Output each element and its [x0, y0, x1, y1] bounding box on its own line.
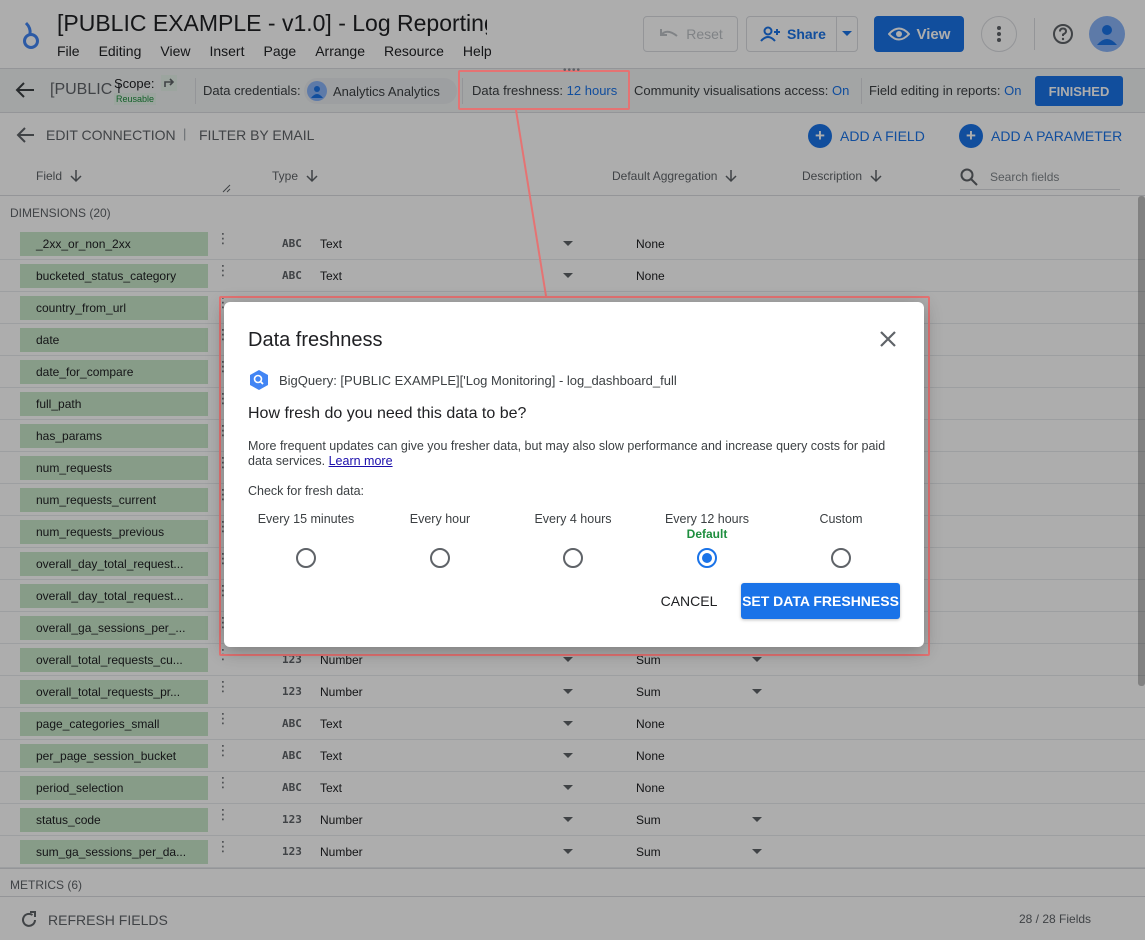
option-label: Every 12 hours [664, 512, 750, 526]
radio-button[interactable] [563, 548, 583, 568]
option-sublabel [239, 527, 373, 542]
dialog-description: More frequent updates can give you fresh… [248, 439, 898, 469]
radio-button[interactable] [296, 548, 316, 568]
freshness-option[interactable]: Every hour [373, 512, 507, 568]
option-label: Every hour [409, 512, 471, 526]
drag-handle-icon: •••• [563, 65, 582, 76]
set-data-freshness-button[interactable]: SET DATA FRESHNESS [741, 583, 900, 619]
option-sublabel: Default [686, 527, 728, 541]
option-sublabel [373, 527, 507, 542]
bigquery-icon [250, 370, 268, 390]
radio-button[interactable] [697, 548, 717, 568]
cancel-button[interactable]: CANCEL [652, 583, 726, 619]
freshness-highlight-box [458, 70, 630, 110]
dialog-question: How fresh do you need this data to be? [248, 405, 527, 422]
close-icon[interactable] [877, 328, 899, 350]
option-label: Every 15 minutes [257, 512, 355, 526]
freshness-option[interactable]: Every 12 hours Default [640, 512, 774, 568]
option-sublabel [774, 527, 908, 542]
freshness-option[interactable]: Every 15 minutes [239, 512, 373, 568]
data-freshness-dialog: Data freshness BigQuery: [PUBLIC EXAMPLE… [224, 302, 924, 647]
dialog-source-text: BigQuery: [PUBLIC EXAMPLE]['Log Monitori… [279, 372, 677, 388]
option-label: Every 4 hours [534, 512, 612, 526]
dialog-source: BigQuery: [PUBLIC EXAMPLE]['Log Monitori… [248, 369, 677, 391]
freshness-option[interactable]: Custom [774, 512, 908, 568]
radio-button[interactable] [430, 548, 450, 568]
option-label: Custom [819, 512, 863, 526]
check-fresh-data-label: Check for fresh data: [248, 484, 365, 498]
radio-button[interactable] [831, 548, 851, 568]
scrollbar-thumb[interactable] [1138, 196, 1145, 686]
freshness-option[interactable]: Every 4 hours [506, 512, 640, 568]
dialog-title: Data freshness [248, 329, 383, 351]
option-sublabel [506, 527, 640, 542]
learn-more-link[interactable]: Learn more [329, 454, 393, 468]
